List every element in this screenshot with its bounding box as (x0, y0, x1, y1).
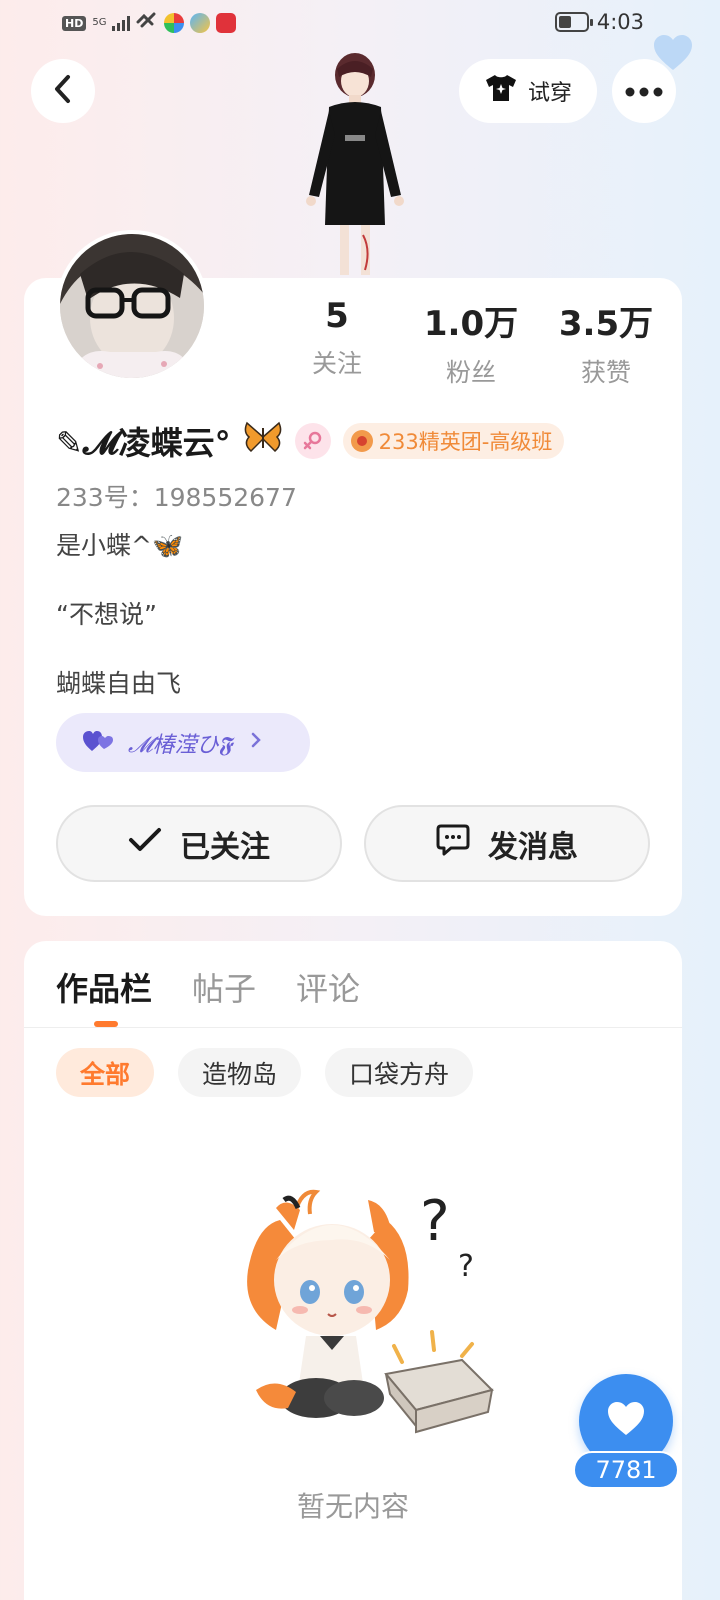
svg-text:?: ? (420, 1189, 450, 1254)
svg-text:?: ? (458, 1249, 474, 1284)
couple-link-chip[interactable]: 𝓜椿滢ひ𝕱 (56, 713, 310, 772)
stat-following[interactable]: 5 关注 (267, 296, 407, 380)
butterfly-icon (243, 420, 283, 462)
stat-label: 获赞 (580, 358, 631, 387)
send-message-label: 发消息 (488, 829, 578, 865)
stat-value: 5 (325, 296, 349, 336)
stat-label: 关注 (311, 349, 362, 378)
back-button[interactable] (31, 59, 95, 123)
chevron-right-icon (250, 730, 262, 755)
tab-posts[interactable]: 帖子 (192, 964, 256, 1010)
signal-icon (112, 15, 131, 31)
tshirt-icon (484, 73, 518, 109)
female-gender-icon (294, 423, 331, 459)
followed-button[interactable]: 已关注 (56, 805, 342, 882)
chevron-left-icon (51, 74, 75, 108)
character-avatar-figure[interactable] (285, 45, 425, 285)
tab-comments[interactable]: 评论 (296, 964, 360, 1010)
battery-icon (554, 12, 593, 32)
more-options-button[interactable] (612, 59, 676, 123)
network-type: 5G (92, 17, 107, 28)
chat-bubble-icon (436, 824, 470, 864)
app-notification-icon (190, 13, 211, 33)
bio-line: 是小蝶^🦋 (56, 531, 184, 560)
elite-badge-icon (350, 430, 373, 452)
heart-icon (606, 1401, 646, 1441)
try-on-button[interactable]: 试穿 (459, 59, 597, 123)
filter-all[interactable]: 全部 (56, 1048, 155, 1097)
stat-value: 1.0万 (423, 304, 519, 344)
bio-line: “不想说” (56, 600, 157, 629)
try-on-label: 试穿 (527, 81, 572, 106)
more-dots-icon (625, 82, 663, 101)
tab-divider (24, 1027, 682, 1028)
app-notification-icon (164, 13, 185, 33)
followed-label: 已关注 (180, 829, 270, 865)
like-count: 7781 (573, 1451, 679, 1489)
stat-value: 3.5万 (558, 304, 654, 344)
content-tabs: 作品栏 帖子 评论 (56, 964, 360, 1010)
status-bar: HD 5G 4:03 (0, 0, 720, 70)
nickname: ✎𝓜凌蝶云° (56, 424, 231, 462)
name-row: ✎𝓜凌蝶云° 233精英团-高级班 (56, 418, 565, 464)
bio-line: 蝴蝶自由飞 (56, 669, 182, 698)
double-heart-icon (82, 729, 114, 757)
hd-indicator: HD (62, 15, 87, 31)
filter-chips: 全部 造物岛 口袋方舟 (56, 1048, 474, 1097)
empty-state-text: 暂无内容 (296, 1490, 409, 1523)
user-id: 233号：198552677 (56, 483, 297, 512)
send-message-button[interactable]: 发消息 (364, 805, 650, 882)
user-avatar[interactable] (56, 230, 208, 382)
tab-works[interactable]: 作品栏 (56, 964, 152, 1010)
clock: 4:03 (596, 10, 644, 34)
empty-state-illustration: ? ? (236, 1180, 506, 1440)
filter-creation-island[interactable]: 造物岛 (178, 1048, 302, 1097)
couple-name: 𝓜椿滢ひ𝕱 (128, 732, 233, 758)
checkmark-icon (128, 826, 162, 861)
app-notification-icon (216, 13, 237, 33)
wifi-icon (136, 12, 158, 34)
stat-likes[interactable]: 3.5万 获赞 (536, 296, 676, 389)
elite-badge-label: 233精英团-高级班 (378, 430, 553, 454)
stat-followers[interactable]: 1.0万 粉丝 (401, 296, 541, 389)
filter-pocket-ark[interactable]: 口袋方舟 (325, 1048, 474, 1097)
elite-team-badge[interactable]: 233精英团-高级班 (342, 423, 565, 459)
stat-label: 粉丝 (445, 358, 496, 387)
